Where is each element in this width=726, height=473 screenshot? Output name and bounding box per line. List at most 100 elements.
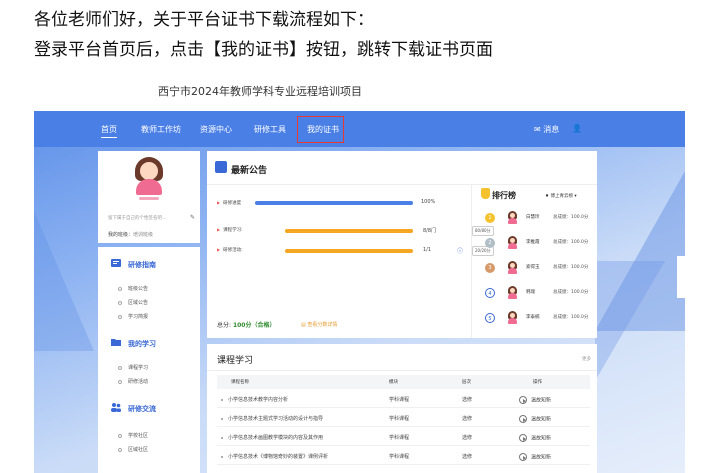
ranking-name: 索得玉 xyxy=(526,265,540,270)
play-icon xyxy=(519,396,527,404)
intro-line-2: 登录平台首页后，点击【我的证书】按钮，跳转下载证书页面 xyxy=(34,40,493,60)
sidebar-item-region-announcement[interactable]: 区域公告 xyxy=(118,299,148,306)
course-level: 选修 xyxy=(462,454,473,460)
sidebar-item-research-activity[interactable]: 研修活动 xyxy=(118,378,148,385)
side-float-tab[interactable] xyxy=(677,256,685,298)
course-level: 选修 xyxy=(462,435,473,441)
people-icon xyxy=(111,403,121,412)
messages-label: 消息 xyxy=(543,125,560,134)
sidebar-item-school-community[interactable]: 学校社区 xyxy=(118,432,148,439)
ranking-score: 总成绩：100.0分 xyxy=(553,240,589,245)
messages-button[interactable]: ✉ 消息 xyxy=(534,124,559,135)
ranking-item[interactable]: 3 索得玉 总成绩：100.0分 xyxy=(481,261,593,277)
total-value: 100分（合格） xyxy=(232,322,276,329)
nav-home[interactable]: 首页 xyxy=(101,124,117,138)
column-header: 模块 xyxy=(389,380,398,385)
sidebar-item-label: 学习简报 xyxy=(128,314,149,320)
nav-resource-center[interactable]: 资源中心 xyxy=(200,124,232,135)
course-level: 选修 xyxy=(462,416,473,422)
signature-text: 留下属于自己的个性签名吧... xyxy=(108,216,167,221)
review-button[interactable]: 温故知新 xyxy=(519,434,551,442)
progress-bar-overall xyxy=(255,201,413,205)
progress-value-activities: 1/1 xyxy=(423,247,432,253)
sidebar-item-label: 学校社区 xyxy=(128,433,149,439)
medal-icon: 3 xyxy=(485,263,495,273)
ranking-name: 白慧玲 xyxy=(526,215,540,220)
progress-bar-activities xyxy=(285,249,413,253)
edit-signature-icon[interactable]: ✎ xyxy=(190,214,195,221)
ranking-item[interactable]: 5 李泰楠 总成绩：100.0分 xyxy=(481,311,593,327)
column-header: 课程名称 xyxy=(231,380,249,385)
sidebar-section-title: 研修指南 xyxy=(128,261,156,269)
course-module: 学科课程 xyxy=(389,454,410,460)
progress-bar-courses xyxy=(285,229,413,233)
sidebar-section-title: 我的学习 xyxy=(128,340,156,348)
score-detail-label: 查看分数详情 xyxy=(307,322,338,328)
review-button[interactable]: 温故知新 xyxy=(519,396,551,404)
ranking-item[interactable]: 1 白慧玲 总成绩：100.0分 xyxy=(481,211,593,227)
sidebar-item-label: 班级公告 xyxy=(128,286,149,292)
sidebar-item-label: 研修活动 xyxy=(128,379,149,385)
column-header: 层次 xyxy=(462,380,471,385)
megaphone-icon xyxy=(215,161,227,173)
ranking-score: 总成绩：100.0分 xyxy=(553,290,589,295)
medal-icon: 2 xyxy=(485,238,495,248)
sidebar-item-label: 区域社区 xyxy=(128,447,149,453)
avatar xyxy=(507,236,518,249)
progress-label-courses: ▶ 课程学习: xyxy=(217,227,243,233)
info-icon[interactable]: ⓘ xyxy=(457,246,463,255)
mail-icon: ✉ xyxy=(534,125,541,134)
ranking-score: 总成绩：100.0分 xyxy=(553,265,589,270)
user-icon[interactable]: 👤 xyxy=(572,124,582,133)
progress-label-activities: ▶ 研修活动: xyxy=(217,247,243,253)
review-button[interactable]: 温故知新 xyxy=(519,415,551,423)
class-label: 我的班级： xyxy=(108,232,134,238)
total-label: 总分: xyxy=(217,322,232,329)
course-module: 学科课程 xyxy=(389,397,410,403)
course-name[interactable]: 小学信息技术教学内容分析 xyxy=(221,396,288,403)
sidebar-section-title: 研修交流 xyxy=(128,405,156,413)
table-row: 小学信息技术《博物馆奇妙的装置》课例评析 学科课程 选修 温故知新 xyxy=(217,447,590,465)
title-bar: 西宁市2024年教师学科专业远程培训项目 xyxy=(34,71,685,111)
trophy-icon xyxy=(481,188,490,199)
intro-line-1: 各位老师们好，关于平台证书下载流程如下： xyxy=(34,10,374,30)
ranking-item[interactable]: 4 韩瑞 总成绩：100.0分 xyxy=(481,286,593,302)
medal-icon: 1 xyxy=(485,213,495,223)
nav-teacher-workshop[interactable]: 教师工作坊 xyxy=(141,124,181,135)
course-name[interactable]: 小学信息技术《博物馆奇妙的装置》课例评析 xyxy=(221,453,328,460)
sidebar-item-region-community[interactable]: 区域社区 xyxy=(118,446,148,453)
review-button[interactable]: 温故知新 xyxy=(519,453,551,461)
score-detail-link[interactable]: ▤ 查看分数详情 xyxy=(301,321,337,328)
ranking-name: 李泰楠 xyxy=(526,315,540,320)
course-name[interactable]: 小学信息技术画图教学模块的内容及其作用 xyxy=(221,434,323,441)
ranking-dropdown[interactable]: ♦ 博上青云榜 ▾ xyxy=(545,193,577,199)
column-header: 操作 xyxy=(533,380,542,385)
profile-card: 留下属于自己的个性签名吧... ✎ 我的班级：培训班级 xyxy=(98,151,200,243)
nav-research-tools[interactable]: 研修工具 xyxy=(254,124,286,135)
course-level: 选修 xyxy=(462,397,473,403)
announcement-title: 最新公告 xyxy=(231,166,268,176)
document-icon: ▤ xyxy=(301,322,306,328)
platform-screenshot: 西宁市2024年教师学科专业远程培训项目 首页 教师工作坊 资源中心 研修工具 … xyxy=(34,71,685,473)
total-score: 总分: 100分（合格） xyxy=(217,320,275,329)
sidebar-item-study-brief[interactable]: 学习简报 xyxy=(118,313,148,320)
class-info: 我的班级：培训班级 xyxy=(108,231,153,238)
progress-value-overall: 100% xyxy=(421,199,436,205)
class-value: 培训班级 xyxy=(133,232,154,238)
sidebar-item-label: 课程学习 xyxy=(128,365,149,371)
table-row: 小学信息技术教学内容分析 学科课程 选修 温故知新 xyxy=(217,390,590,408)
avatar[interactable] xyxy=(133,157,165,200)
play-icon xyxy=(519,453,527,461)
ranking-item[interactable]: 2 李推霞 总成绩：100.0分 xyxy=(481,236,593,252)
course-name[interactable]: 小学信息技术主题式学习活动的设计与指导 xyxy=(221,415,323,422)
sidebar-item-class-announcement[interactable]: 班级公告 xyxy=(118,285,148,292)
more-link[interactable]: 更多 xyxy=(582,356,591,362)
table-row: 小学信息技术画图教学模块的内容及其作用 学科课程 选修 温故知新 xyxy=(217,428,590,446)
sidebar: 研修指南 班级公告 区域公告 学习简报 我的学习 课程学习 研修活动 研修交流 … xyxy=(98,247,200,473)
certificate-highlight-box xyxy=(297,116,344,143)
table-row: 小学信息技术主题式学习活动的设计与指导 学科课程 选修 温故知新 xyxy=(217,409,590,427)
progress-value-courses: 8/8门 xyxy=(423,228,437,234)
avatar xyxy=(507,311,518,324)
sidebar-item-course-learning[interactable]: 课程学习 xyxy=(118,364,148,371)
course-title: 课程学习 xyxy=(217,356,254,366)
